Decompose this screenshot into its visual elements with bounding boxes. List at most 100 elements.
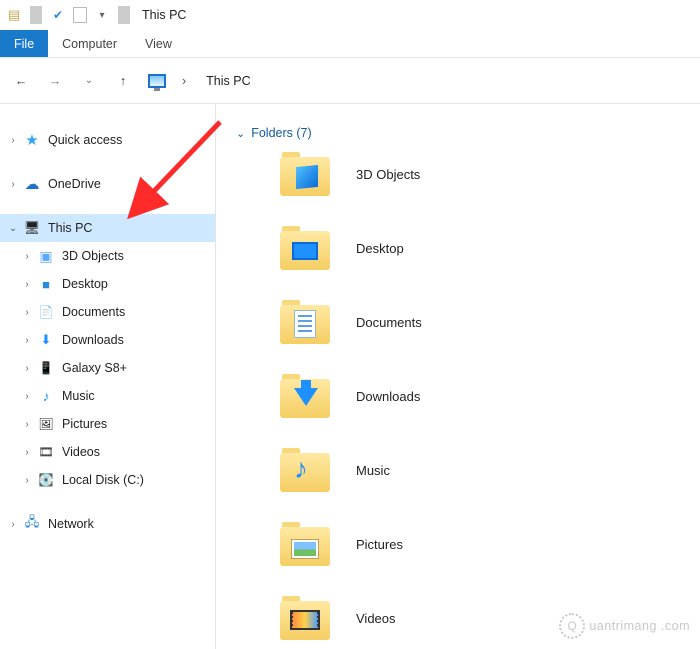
folder-label: Music <box>356 463 390 478</box>
folder-label: Downloads <box>356 389 420 404</box>
tree-this-pc[interactable]: ⌄ This PC <box>0 214 215 242</box>
tree-label: This PC <box>44 221 92 235</box>
picture-icon <box>36 414 56 434</box>
folder-videos[interactable]: Videos <box>280 596 688 640</box>
tree-label: Downloads <box>58 333 124 347</box>
chevron-right-icon[interactable]: › <box>6 519 20 530</box>
folder-label: Documents <box>356 315 422 330</box>
star-icon <box>22 130 42 150</box>
qat-folder-icon <box>6 7 22 23</box>
folder-3d-objects[interactable]: 3D Objects <box>280 152 688 196</box>
qat-customize-dropdown-icon[interactable] <box>94 7 110 23</box>
folder-downloads-icon <box>280 374 330 418</box>
chevron-right-icon[interactable]: › <box>20 363 34 374</box>
tree-music[interactable]: › Music <box>0 382 215 410</box>
tree-documents[interactable]: › Documents <box>0 298 215 326</box>
cloud-icon <box>22 174 42 194</box>
chevron-right-icon[interactable]: › <box>20 419 34 430</box>
qat-newfolder-icon[interactable] <box>72 7 88 23</box>
qat-properties-icon[interactable] <box>50 7 66 23</box>
folder-downloads[interactable]: Downloads <box>280 374 688 418</box>
folder-music-icon <box>280 448 330 492</box>
tree-pictures[interactable]: › Pictures <box>0 410 215 438</box>
nav-back-button[interactable]: ← <box>10 70 32 92</box>
folder-documents[interactable]: Documents <box>280 300 688 344</box>
navigation-bar: ← → ⌄ ↑ › This PC <box>0 58 700 104</box>
ribbon-tab-computer[interactable]: Computer <box>48 30 131 57</box>
phone-icon <box>36 358 56 378</box>
folder-list: 3D Objects Desktop Documents Downloads <box>236 152 688 640</box>
tree-label: Galaxy S8+ <box>58 361 127 375</box>
tree-label: Pictures <box>58 417 107 431</box>
content-pane: ⌄ Folders (7) 3D Objects Desktop D <box>216 104 700 649</box>
ribbon: File Computer View <box>0 30 700 58</box>
tree-label: OneDrive <box>44 177 101 191</box>
address-bar-pc-icon[interactable] <box>146 70 168 92</box>
title-bar: This PC <box>0 0 700 30</box>
address-bar-location[interactable]: This PC <box>200 74 250 88</box>
qat-separator-2 <box>118 6 130 24</box>
nav-up-button[interactable]: ↑ <box>112 70 134 92</box>
chevron-right-icon[interactable]: › <box>20 447 34 458</box>
desktop-icon <box>36 274 56 294</box>
folder-label: Desktop <box>356 241 404 256</box>
folder-desktop[interactable]: Desktop <box>280 226 688 270</box>
download-arrow-icon <box>36 330 56 350</box>
nav-forward-button[interactable]: → <box>44 70 66 92</box>
folder-label: 3D Objects <box>356 167 420 182</box>
explorer-body: › Quick access › OneDrive ⌄ This PC › 3D… <box>0 104 700 649</box>
tree-3d-objects[interactable]: › 3D Objects <box>0 242 215 270</box>
chevron-right-icon[interactable]: › <box>20 251 34 262</box>
cube-icon <box>36 246 56 266</box>
tree-label: Desktop <box>58 277 108 291</box>
tree-downloads[interactable]: › Downloads <box>0 326 215 354</box>
folder-desktop-icon <box>280 226 330 270</box>
folder-label: Videos <box>356 611 396 626</box>
pc-icon <box>22 218 42 238</box>
chevron-right-icon[interactable]: › <box>20 391 34 402</box>
tree-label: Quick access <box>44 133 122 147</box>
folder-pictures[interactable]: Pictures <box>280 522 688 566</box>
folders-section-header[interactable]: ⌄ Folders (7) <box>236 122 688 152</box>
chevron-right-icon[interactable]: › <box>20 307 34 318</box>
chevron-right-icon[interactable]: › <box>20 475 34 486</box>
navigation-pane: › Quick access › OneDrive ⌄ This PC › 3D… <box>0 104 216 649</box>
folder-documents-icon <box>280 300 330 344</box>
tree-onedrive[interactable]: › OneDrive <box>0 170 215 198</box>
nav-recent-dropdown-icon[interactable]: ⌄ <box>78 70 100 92</box>
folders-section-label: Folders (7) <box>251 126 311 140</box>
tree-label: Music <box>58 389 95 403</box>
tree-label: Videos <box>58 445 100 459</box>
tree-label: Local Disk (C:) <box>58 473 144 487</box>
folder-pictures-icon <box>280 522 330 566</box>
tree-label: Documents <box>58 305 125 319</box>
folder-music[interactable]: Music <box>280 448 688 492</box>
ribbon-tab-file[interactable]: File <box>0 30 48 57</box>
chevron-down-icon: ⌄ <box>236 127 245 140</box>
tree-desktop[interactable]: › Desktop <box>0 270 215 298</box>
tree-videos[interactable]: › Videos <box>0 438 215 466</box>
drive-icon <box>36 470 56 490</box>
network-icon <box>22 514 42 534</box>
chevron-down-icon[interactable]: ⌄ <box>6 223 20 234</box>
ribbon-tab-view[interactable]: View <box>131 30 186 57</box>
film-icon <box>36 442 56 462</box>
address-bar-chevron-icon[interactable]: › <box>180 74 188 88</box>
folder-label: Pictures <box>356 537 403 552</box>
chevron-right-icon[interactable]: › <box>6 179 20 190</box>
chevron-right-icon[interactable]: › <box>20 335 34 346</box>
folder-3d-icon <box>280 152 330 196</box>
document-icon <box>36 302 56 322</box>
tree-quick-access[interactable]: › Quick access <box>0 126 215 154</box>
qat-separator <box>30 6 42 24</box>
folder-videos-icon <box>280 596 330 640</box>
tree-label: Network <box>44 517 94 531</box>
window-title: This PC <box>142 8 186 22</box>
tree-label: 3D Objects <box>58 249 124 263</box>
chevron-right-icon[interactable]: › <box>6 135 20 146</box>
chevron-right-icon[interactable]: › <box>20 279 34 290</box>
music-note-icon <box>36 386 56 406</box>
tree-galaxy-s8[interactable]: › Galaxy S8+ <box>0 354 215 382</box>
tree-local-disk-c[interactable]: › Local Disk (C:) <box>0 466 215 494</box>
tree-network[interactable]: › Network <box>0 510 215 538</box>
